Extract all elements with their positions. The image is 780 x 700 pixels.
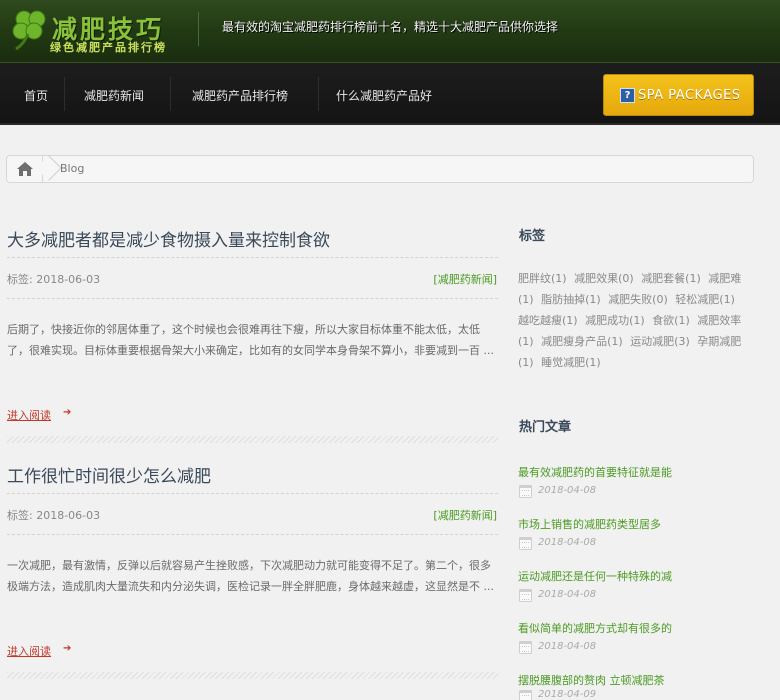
- divider: [7, 257, 498, 258]
- main-nav: 首页 减肥药新闻 减肥药产品排行榜 什么减肥药产品好 ? SPA PACKAGE…: [0, 62, 780, 125]
- post-category[interactable]: [减肥药新闻]: [433, 507, 497, 523]
- tag-link[interactable]: 睡觉减肥(1): [541, 356, 601, 369]
- tag-link[interactable]: 轻松减肥(1): [675, 293, 735, 306]
- hot-post-link[interactable]: 看似简单的减肥方式却有很多的: [518, 620, 672, 636]
- site-header: 减肥技巧 绿色减肥产品排行榜 最有效的淘宝减肥药排行榜前十名，精选十大减肥产品供…: [0, 0, 780, 62]
- tag-link[interactable]: 减肥套餐(1): [641, 272, 701, 285]
- site-logo[interactable]: 减肥技巧 绿色减肥产品排行榜: [8, 6, 188, 56]
- post-meta: 标签: 2018-06-03: [7, 273, 101, 286]
- home-icon: [16, 162, 33, 176]
- post-separator: [7, 436, 498, 443]
- calendar-icon: [519, 537, 532, 550]
- tag-link[interactable]: 肥胖纹(1): [518, 272, 567, 285]
- tags-heading: 标签: [519, 229, 546, 244]
- calendar-icon: [519, 589, 532, 602]
- tag-link[interactable]: 脂肪抽掉(1): [541, 293, 601, 306]
- calendar-icon: [519, 690, 532, 700]
- tag-link[interactable]: 越吃越瘦(1): [518, 314, 578, 327]
- tag-link[interactable]: 食欲(1): [652, 314, 690, 327]
- arrow-right-icon: ➔: [63, 643, 72, 654]
- nav-separator: [64, 77, 65, 111]
- read-more-link[interactable]: 进入阅读: [7, 643, 51, 659]
- nav-separator: [170, 77, 171, 111]
- hot-post-link[interactable]: 运动减肥还是任何一种特殊的减: [518, 568, 672, 584]
- hot-post-date: 2018-04-08: [538, 485, 597, 496]
- post-excerpt: 一次减肥，最有激情，反弹以后就容易产生挫败感，下次减肥动力就可能变得不足了。第二…: [7, 559, 494, 593]
- tag-link[interactable]: 减肥失败(0): [608, 293, 668, 306]
- tag-link[interactable]: 运动减肥(3): [630, 335, 690, 348]
- divider: [7, 534, 498, 535]
- header-divider: [198, 12, 199, 46]
- breadcrumb-current: Blog: [60, 162, 85, 175]
- hot-post-date: 2018-04-08: [538, 537, 597, 548]
- nav-item-recommend[interactable]: 什么减肥药产品好: [336, 87, 432, 104]
- arrow-right-icon: ➔: [63, 407, 72, 418]
- post-title[interactable]: 大多减肥者都是减少食物摄入量来控制食欲: [7, 226, 330, 251]
- hot-post-link[interactable]: 最有效减肥药的首要特征就是能: [518, 464, 672, 480]
- tag-link[interactable]: 减肥成功(1): [585, 314, 645, 327]
- hot-post-link[interactable]: 市场上销售的减肥药类型居多: [518, 516, 661, 532]
- divider: [7, 298, 498, 299]
- nav-item-rankings[interactable]: 减肥药产品排行榜: [192, 87, 288, 104]
- post-excerpt: 后期了，快接近你的邻居体重了，这个时候也会很难再往下瘦，所以大家目标体重不能太低…: [7, 323, 494, 357]
- calendar-icon: [519, 485, 532, 498]
- help-icon: ?: [620, 87, 635, 103]
- divider: [7, 493, 498, 494]
- tag-cloud: 肥胖纹(1) 减肥效果(0) 减肥套餐(1) 减肥难(1) 脂肪抽掉(1) 减肥…: [518, 268, 750, 373]
- clover-icon: [12, 10, 46, 51]
- spa-packages-label: SPA PACKAGES: [638, 87, 741, 103]
- logo-subtitle: 绿色减肥产品排行榜: [50, 41, 167, 54]
- tag-link[interactable]: 减肥瘦身产品(1): [541, 335, 623, 348]
- post-title[interactable]: 工作很忙时间很少怎么减肥: [7, 462, 211, 487]
- hot-post-link[interactable]: 摆脱腰腹部的赘肉 立顿减肥茶: [518, 672, 665, 688]
- hot-post-date: 2018-04-08: [538, 641, 597, 652]
- hot-posts-heading: 热门文章: [519, 420, 572, 435]
- read-more-link[interactable]: 进入阅读: [7, 407, 51, 423]
- nav-separator: [318, 77, 319, 111]
- nav-item-news[interactable]: 减肥药新闻: [84, 87, 144, 104]
- site-tagline: 最有效的淘宝减肥药排行榜前十名，精选十大减肥产品供你选择: [222, 20, 559, 34]
- hot-post-date: 2018-04-08: [538, 589, 597, 600]
- spa-packages-button[interactable]: ? SPA PACKAGES: [603, 74, 754, 116]
- tag-link[interactable]: 减肥效果(0): [574, 272, 634, 285]
- post-meta: 标签: 2018-06-03: [7, 509, 101, 522]
- post-category[interactable]: [减肥药新闻]: [433, 271, 497, 287]
- hot-post-date: 2018-04-09: [538, 689, 597, 700]
- post-separator: [7, 672, 498, 679]
- breadcrumb: Blog: [6, 155, 754, 183]
- nav-item-home[interactable]: 首页: [24, 87, 48, 104]
- calendar-icon: [519, 641, 532, 654]
